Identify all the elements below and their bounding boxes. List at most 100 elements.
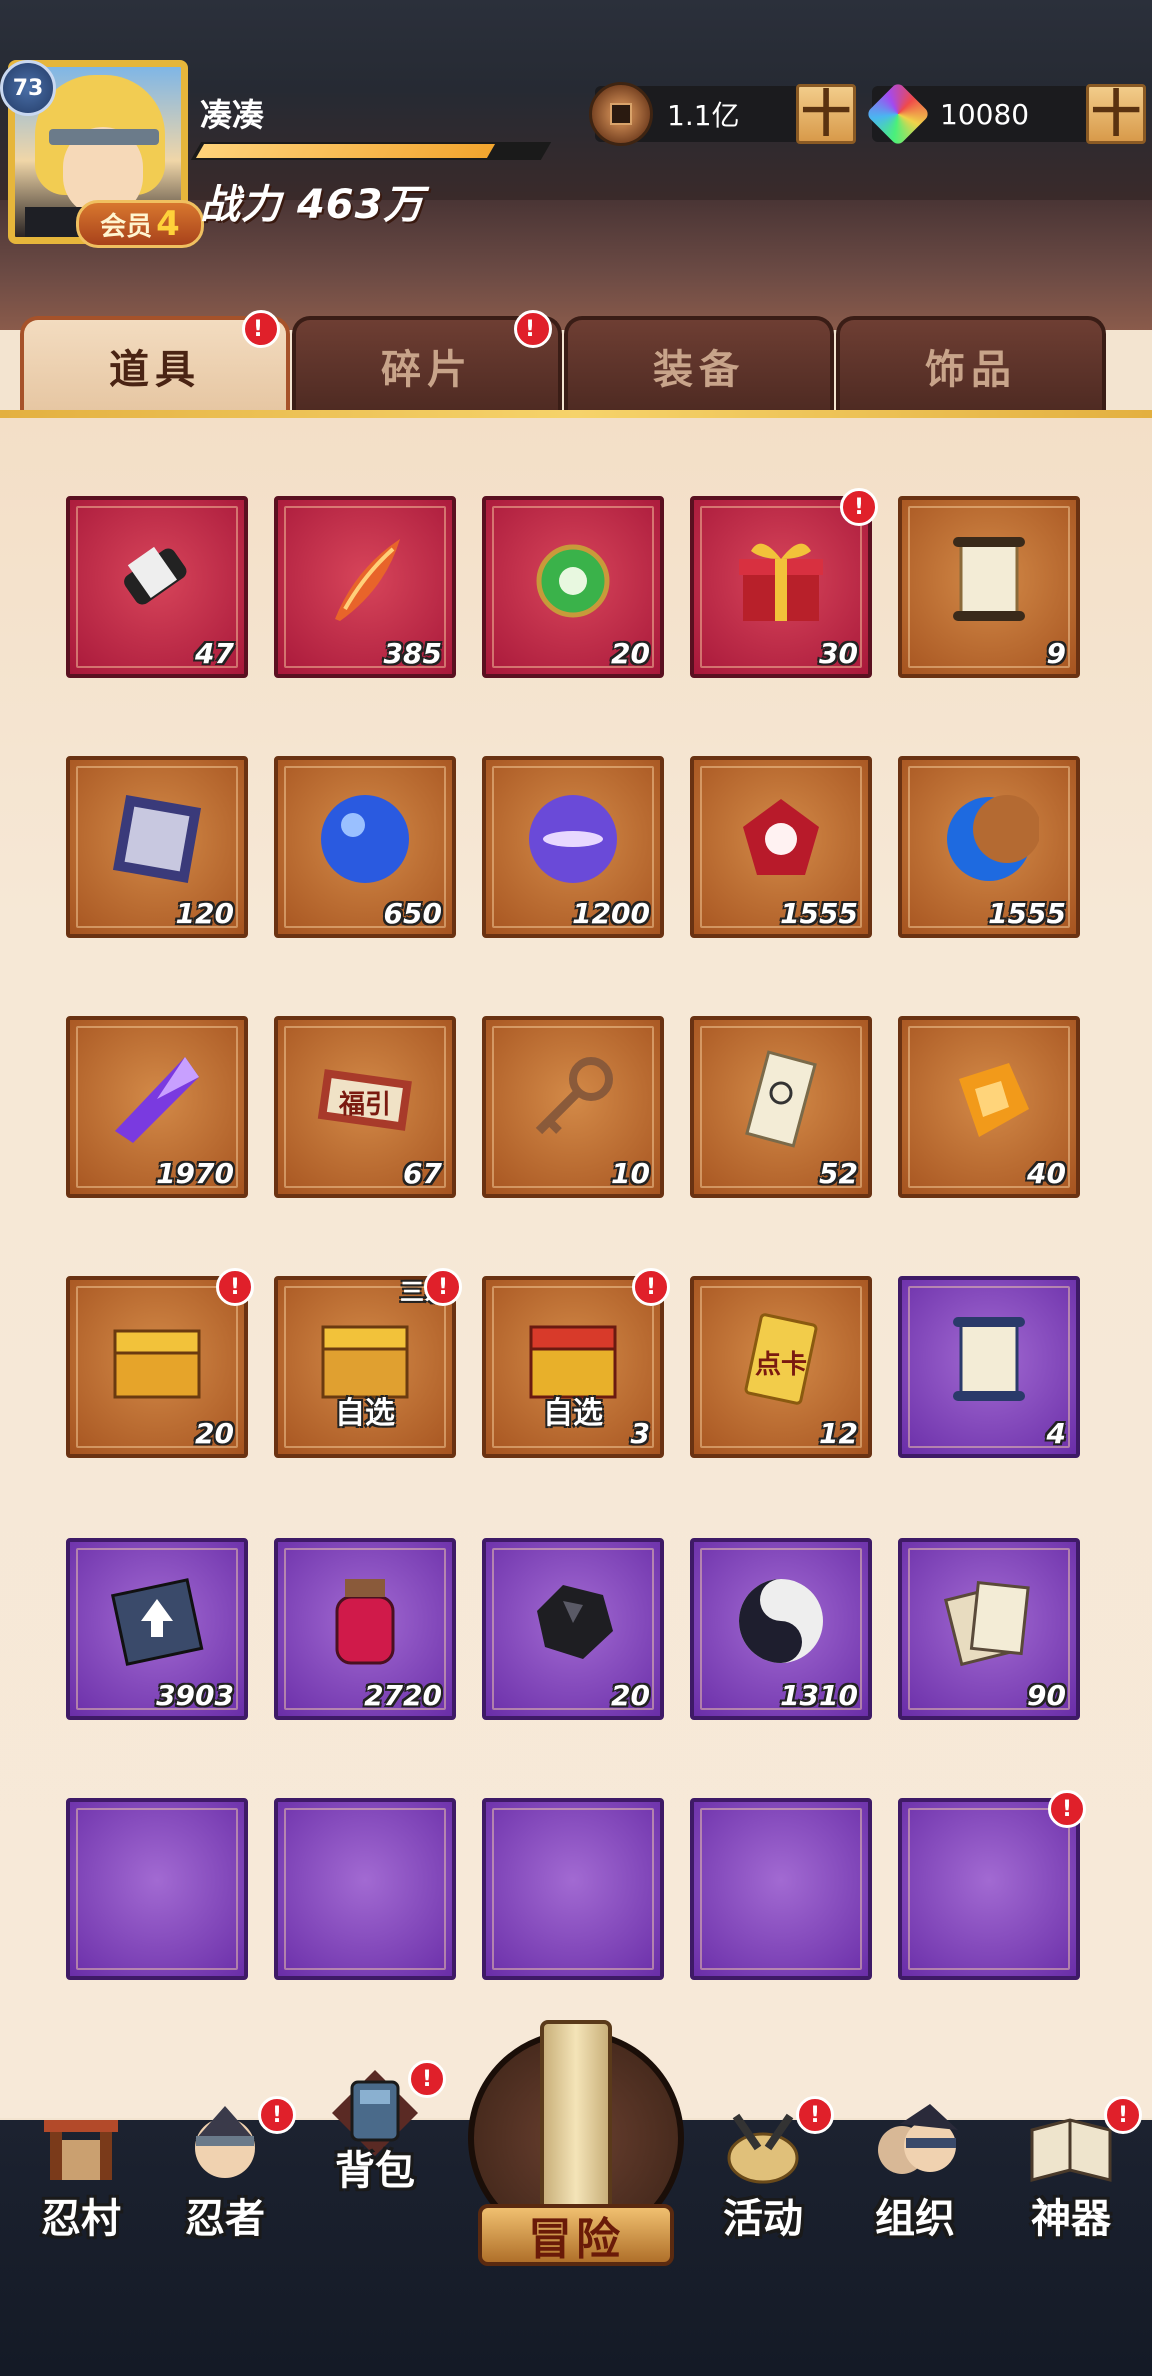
green-jade-pendant-icon <box>520 526 626 632</box>
item-slot[interactable]: 1555 <box>690 756 872 938</box>
power-label: 战力 <box>200 182 282 228</box>
item-slot[interactable]: 52 <box>690 1016 872 1198</box>
nav-label: 组织 <box>875 2196 955 2242</box>
item-slot[interactable]: 福引 67 <box>274 1016 456 1198</box>
item-slot[interactable] <box>66 1798 248 1980</box>
item-slot[interactable]: 2720 <box>274 1538 456 1720</box>
add-copper-button[interactable]: 十 <box>796 84 856 144</box>
nav-organization[interactable]: 组织 <box>840 2100 990 2242</box>
nav-village[interactable]: 忍村 <box>6 2100 156 2242</box>
item-count: 90 <box>1027 1679 1066 1712</box>
notification-badge: ! <box>514 310 552 348</box>
gem-amount: 10080 <box>940 97 1030 131</box>
notification-badge: ! <box>216 1268 254 1306</box>
notification-badge: ! <box>242 310 280 348</box>
nav-ninja[interactable]: ! 忍者 <box>150 2096 300 2242</box>
organization-icon <box>870 2100 960 2190</box>
item-count: 20 <box>195 1417 234 1450</box>
add-gem-button[interactable]: 十 <box>1086 84 1146 144</box>
tab-label: 装备 <box>653 347 745 393</box>
item-count: 30 <box>819 637 858 670</box>
item-count: 20 <box>611 637 650 670</box>
item-slot[interactable]: 20 <box>482 496 664 678</box>
item-count: 385 <box>383 637 442 670</box>
vip-badge[interactable]: 会员 4 <box>76 200 204 248</box>
item-slot[interactable]: 4 <box>898 1276 1080 1458</box>
tab-label: 饰品 <box>925 347 1017 393</box>
notification-badge: ! <box>1104 2096 1142 2134</box>
tab-label: 碎片 <box>381 347 473 393</box>
item-count: 47 <box>195 637 234 670</box>
item-slot[interactable]: 47 <box>66 496 248 678</box>
item-slot[interactable]: 点卡 12 <box>690 1276 872 1458</box>
paper-scroll-icon <box>936 526 1042 632</box>
tab-items[interactable]: 道具 ! <box>20 310 290 412</box>
tab-accessories[interactable]: 饰品 <box>836 316 1106 412</box>
blue-orb-icon <box>312 786 418 892</box>
amber-stone-icon <box>936 1046 1042 1152</box>
item-print: 福引 <box>338 1090 391 1120</box>
notification-badge: ! <box>840 488 878 526</box>
notification-badge: ! <box>258 2096 296 2134</box>
item-slot[interactable]: 10 <box>482 1016 664 1198</box>
item-slot[interactable]: 40 <box>898 1016 1080 1198</box>
item-slot[interactable] <box>274 1798 456 1980</box>
player-level-badge: 73 <box>0 60 56 116</box>
notification-badge: ! <box>1048 1790 1086 1828</box>
item-slot[interactable]: 1200 <box>482 756 664 938</box>
bag-panel: 47 385 20 30! 9 120 650 1200 1555 1555 1970 福引 67 10 5… <box>0 418 1152 2118</box>
item-slot[interactable]: 120 <box>66 756 248 938</box>
item-count: 120 <box>175 897 234 930</box>
item-slot[interactable]: 20 <box>482 1538 664 1720</box>
item-slot[interactable] <box>690 1798 872 1980</box>
tab-fragments[interactable]: 碎片 ! <box>292 310 562 412</box>
blue-scroll-icon <box>936 1306 1042 1412</box>
nav-artifacts[interactable]: ! 神器 <box>996 2096 1146 2242</box>
item-slot[interactable]: 1310 <box>690 1538 872 1720</box>
copper-coin-icon <box>589 82 653 146</box>
item-count: 40 <box>1027 1157 1066 1190</box>
tab-equipment[interactable]: 装备 <box>564 316 834 412</box>
notification-badge: ! <box>424 1268 462 1306</box>
item-count: 1555 <box>780 897 858 930</box>
notification-badge: ! <box>796 2096 834 2134</box>
item-print: 点卡 <box>754 1350 807 1380</box>
item-slot[interactable]: ! <box>898 1790 1086 1980</box>
item-slot[interactable]: 自选 3! <box>482 1268 670 1458</box>
cards-stack-icon <box>936 1568 1042 1674</box>
combat-power: 战力 463万 <box>200 172 424 230</box>
red-potion-jar-icon <box>312 1568 418 1674</box>
tab-underline <box>0 410 1152 418</box>
adventure-scroll-icon <box>540 2020 612 2220</box>
item-slot[interactable]: 1970 <box>66 1016 248 1198</box>
nav-events[interactable]: ! 活动 <box>688 2096 838 2242</box>
item-slot[interactable] <box>482 1798 664 1980</box>
item-slot[interactable]: 20! <box>66 1268 254 1458</box>
copper-currency: 1.1亿 <box>589 82 810 146</box>
exp-bar-fill <box>195 144 496 158</box>
nav-label: 神器 <box>1031 2196 1111 2242</box>
item-slot[interactable]: 30! <box>690 488 878 678</box>
nav-label: 活动 <box>723 2196 803 2242</box>
item-count: 1555 <box>988 897 1066 930</box>
purple-orb-icon <box>520 786 626 892</box>
power-value: 463万 <box>296 182 425 228</box>
item-slot[interactable]: 3903 <box>66 1538 248 1720</box>
item-slot[interactable]: 自选三系! <box>274 1268 462 1458</box>
blue-crescent-icon <box>936 786 1042 892</box>
notification-badge: ! <box>408 2060 446 2098</box>
item-slot[interactable]: 385 <box>274 496 456 678</box>
item-count: 10 <box>611 1157 650 1190</box>
nav-backpack[interactable]: ! 背包 <box>300 2060 450 2200</box>
item-slot[interactable]: 1555 <box>898 756 1080 938</box>
item-slot[interactable]: 90 <box>898 1538 1080 1720</box>
item-slot[interactable]: 9 <box>898 496 1080 678</box>
nav-label: 背包 <box>335 2148 415 2194</box>
item-tag: 自选 <box>335 1396 395 1431</box>
fire-feather-icon <box>312 526 418 632</box>
artifact-book-icon <box>1026 2100 1116 2190</box>
item-slot[interactable]: 650 <box>274 756 456 938</box>
item-count: 3903 <box>156 1679 234 1712</box>
gift-box-icon <box>728 526 834 632</box>
red-gem-icon <box>728 786 834 892</box>
